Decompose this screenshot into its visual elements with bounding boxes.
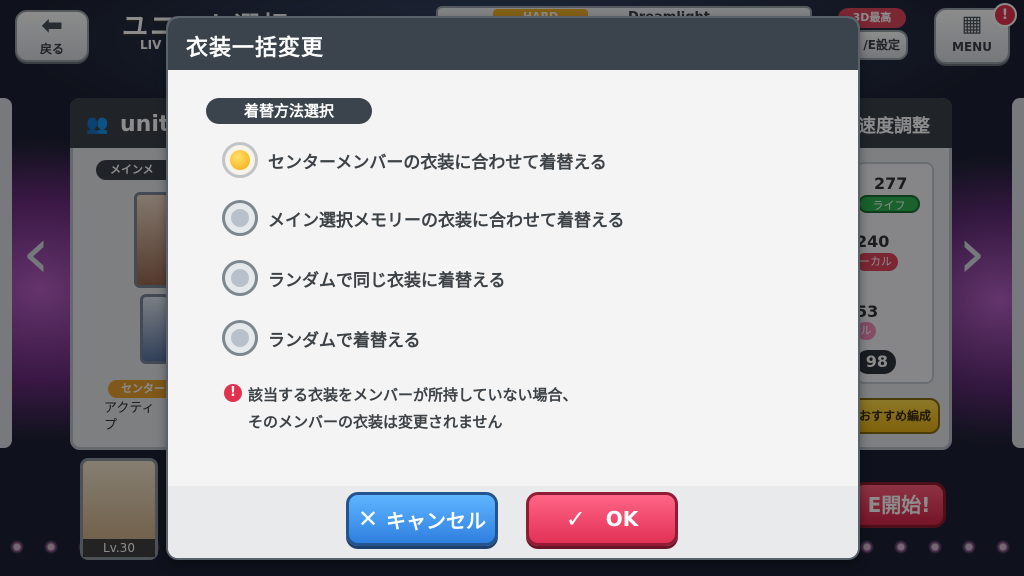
radio-unselected-icon[interactable]	[222, 260, 258, 296]
option-label: ランダムで着替える	[268, 330, 421, 351]
radio-unselected-icon[interactable]	[222, 320, 258, 356]
dialog-footer	[168, 486, 858, 558]
cancel-label: キャンセル	[386, 508, 487, 533]
option-random[interactable]: ランダムで着替える	[222, 320, 421, 356]
dialog-title: 衣装一括変更	[186, 36, 325, 61]
ok-button[interactable]: ✓ OK	[526, 492, 678, 546]
cancel-button[interactable]: ✕ キャンセル	[346, 492, 498, 546]
checkmark-icon: ✓	[565, 505, 586, 533]
warning-icon: !	[224, 384, 242, 402]
option-label: ランダムで同じ衣装に着替える	[268, 270, 506, 291]
option-label: メイン選択メモリーの衣装に合わせて着替える	[268, 210, 625, 231]
option-main-memory[interactable]: メイン選択メモリーの衣装に合わせて着替える	[222, 200, 625, 236]
warning-line: そのメンバーの衣装は変更されません	[248, 413, 503, 431]
costume-change-dialog: 衣装一括変更 着替方法選択 センターメンバーの衣装に合わせて着替える メイン選択…	[168, 18, 858, 558]
radio-unselected-icon[interactable]	[222, 200, 258, 236]
option-center-member[interactable]: センターメンバーの衣装に合わせて着替える	[222, 142, 607, 178]
option-random-same[interactable]: ランダムで同じ衣装に着替える	[222, 260, 506, 296]
warning-line: 該当する衣装をメンバーが所持していない場合、	[248, 386, 578, 404]
ok-label: OK	[605, 507, 639, 531]
section-label: 着替方法選択	[206, 98, 372, 124]
dialog-header: 衣装一括変更	[168, 18, 858, 70]
option-label: センターメンバーの衣装に合わせて着替える	[268, 152, 607, 173]
radio-selected-icon[interactable]	[222, 142, 258, 178]
close-icon: ✕	[357, 505, 379, 533]
warning-text: 該当する衣装をメンバーが所持していない場合、 そのメンバーの衣装は変更されません	[248, 382, 578, 436]
